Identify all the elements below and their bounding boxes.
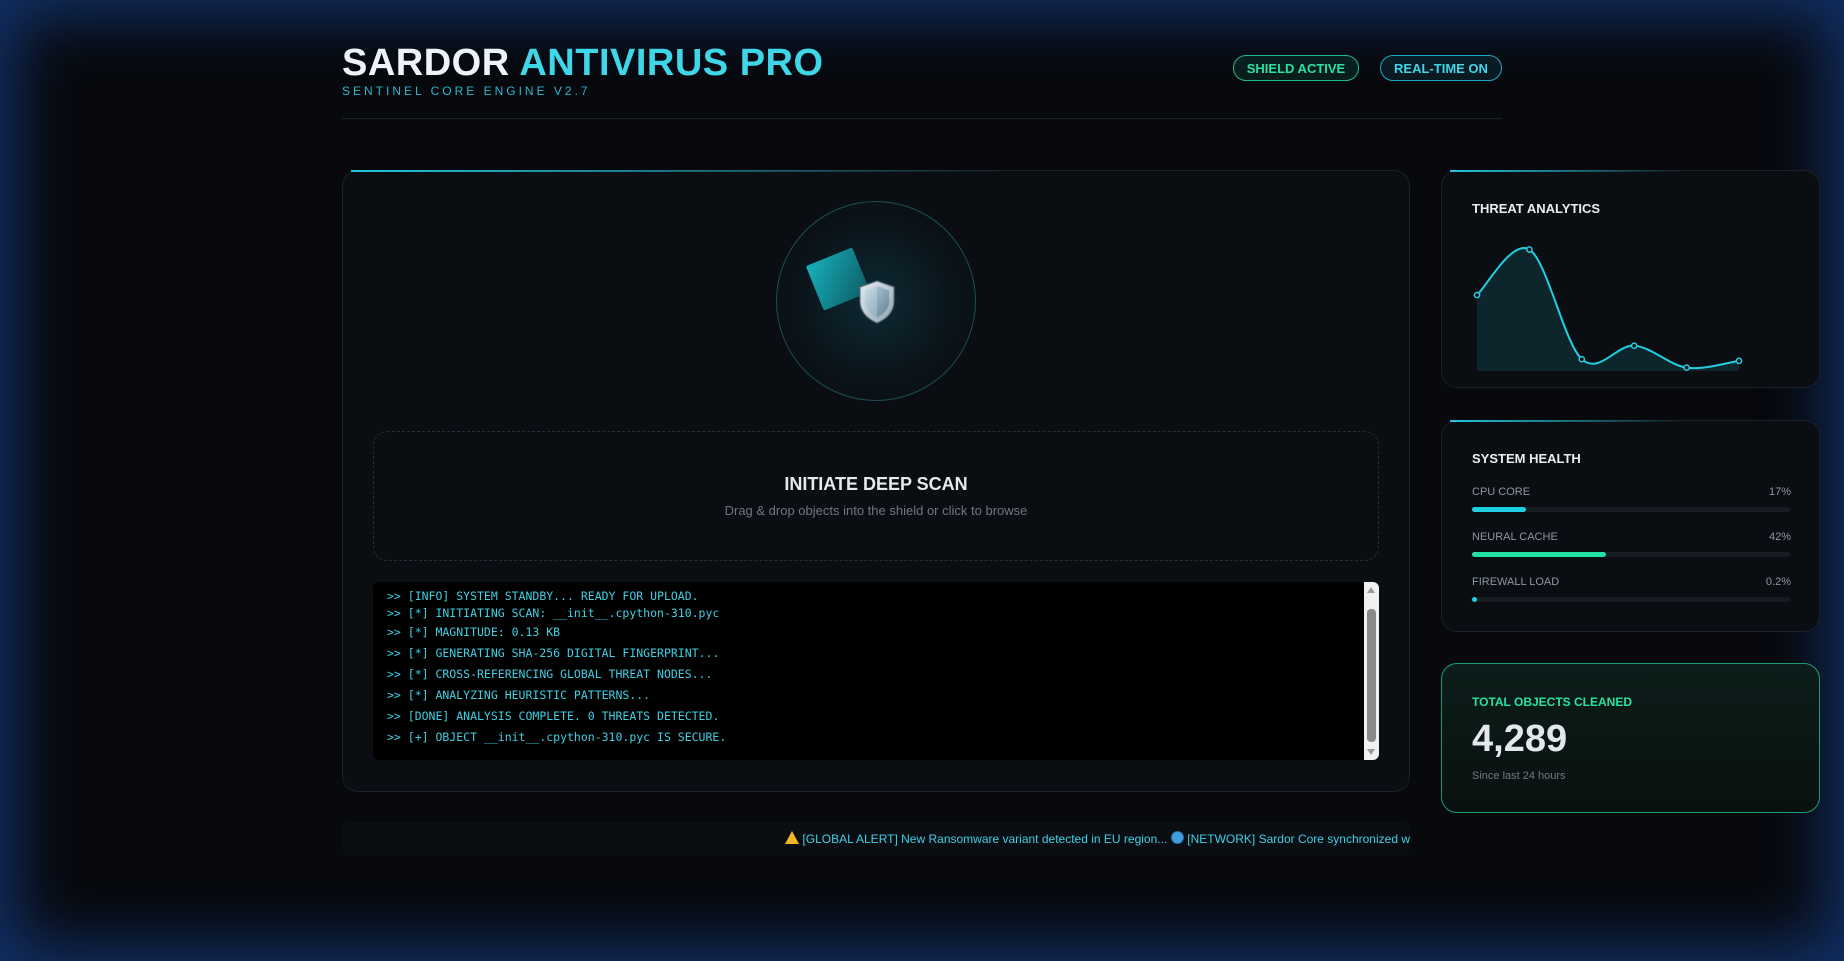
ticker-network: [NETWORK] Sardor Core synchronized w: [1187, 832, 1410, 846]
console-lines: >> [INFO] SYSTEM STANDBY... READY FOR UP…: [387, 586, 1349, 748]
app-title-product: ANTIVIRUS PRO: [519, 42, 824, 84]
app-subtitle: SENTINEL CORE ENGINE V2.7: [342, 84, 591, 98]
threat-analytics-panel: THREAT ANALYTICS: [1441, 170, 1820, 388]
console-line: >> [*] INITIATING SCAN: __init__.cpython…: [387, 606, 720, 620]
console-line: >> [INFO] SYSTEM STANDBY... READY FOR UP…: [387, 589, 699, 603]
shield-icon: [859, 280, 895, 324]
metric-value: 42%: [1768, 531, 1791, 543]
threat-point: [1683, 364, 1690, 371]
alert-ticker: [GLOBAL ALERT] New Ransomware variant de…: [342, 822, 1410, 856]
system-health-title: SYSTEM HEALTH: [1472, 451, 1581, 466]
console-scrollbar[interactable]: [1364, 582, 1379, 760]
metric-fill: [1472, 597, 1477, 602]
metric-fill: [1472, 552, 1606, 557]
app-header: SARDOR ANTIVIRUS PRO SENTINEL CORE ENGIN…: [342, 42, 1502, 119]
system-health-panel: SYSTEM HEALTH CPU CORE 17% NEURAL CACHE …: [1441, 420, 1820, 632]
app-title: SARDOR ANTIVIRUS PRO: [342, 42, 824, 85]
panel-accent-line: [1450, 170, 1684, 172]
scan-log-console[interactable]: >> [INFO] SYSTEM STANDBY... READY FOR UP…: [373, 582, 1379, 760]
console-line: >> [*] MAGNITUDE: 0.13 KB: [387, 625, 561, 639]
dropzone-title: INITIATE DEEP SCAN: [784, 474, 968, 494]
threat-chart: [1473, 246, 1743, 371]
threat-point: [1473, 291, 1481, 299]
cleaned-title: TOTAL OBJECTS CLEANED: [1472, 695, 1633, 709]
console-line: >> [*] CROSS-REFERENCING GLOBAL THREAT N…: [387, 667, 713, 681]
warning-icon: [785, 831, 800, 844]
ticker-text: [GLOBAL ALERT] New Ransomware variant de…: [785, 831, 1410, 846]
app-frame: SARDOR ANTIVIRUS PRO SENTINEL CORE ENGIN…: [0, 0, 1844, 961]
scanner-panel: INITIATE DEEP SCAN Drag & drop objects i…: [342, 170, 1410, 792]
scan-orb[interactable]: [776, 201, 976, 401]
cleaned-subtitle: Since last 24 hours: [1472, 770, 1566, 782]
shield-active-badge[interactable]: SHIELD ACTIVE: [1233, 55, 1359, 81]
globe-icon: [1171, 831, 1185, 844]
console-line: >> [*] ANALYZING HEURISTIC PATTERNS...: [387, 688, 651, 702]
metric-track: [1472, 507, 1791, 512]
metric-track: [1472, 552, 1791, 557]
threat-area: [1477, 247, 1739, 371]
panel-accent-line: [351, 170, 1012, 172]
metric-value: 17%: [1768, 486, 1791, 498]
metric-value: 0.2%: [1765, 576, 1791, 588]
realtime-on-badge[interactable]: REAL-TIME ON: [1380, 55, 1502, 81]
metric-fill: [1472, 507, 1527, 512]
threat-point: [1526, 246, 1533, 253]
objects-cleaned-card: TOTAL OBJECTS CLEANED 4,289 Since last 2…: [1441, 663, 1820, 813]
console-line: >> [*] GENERATING SHA-256 DIGITAL FINGER…: [387, 646, 720, 660]
console-line: >> [+] OBJECT __init__.cpython-310.pyc I…: [387, 730, 727, 744]
scan-dropzone[interactable]: INITIATE DEEP SCAN Drag & drop objects i…: [373, 431, 1379, 561]
panel-accent-line: [1450, 420, 1684, 422]
scroll-down-arrow-icon[interactable]: [1367, 749, 1375, 755]
metric-label: FIREWALL LOAD: [1472, 576, 1560, 588]
metric-label: NEURAL CACHE: [1472, 531, 1558, 543]
dropzone-hint: Drag & drop objects into the shield or c…: [724, 503, 1028, 518]
app-title-brand: SARDOR: [342, 42, 510, 84]
threat-point: [1578, 355, 1586, 363]
scrollbar-thumb[interactable]: [1367, 609, 1376, 742]
console-line: >> [DONE] ANALYSIS COMPLETE. 0 THREATS D…: [387, 709, 720, 723]
threat-point: [1735, 357, 1743, 365]
cleaned-count: 4,289: [1472, 718, 1568, 760]
scroll-up-arrow-icon[interactable]: [1367, 587, 1375, 593]
ticker-alert: [GLOBAL ALERT] New Ransomware variant de…: [802, 832, 1168, 846]
threat-point: [1630, 342, 1638, 350]
metric-track: [1472, 597, 1791, 602]
threat-analytics-title: THREAT ANALYTICS: [1472, 201, 1601, 216]
metric-label: CPU CORE: [1472, 486, 1531, 498]
